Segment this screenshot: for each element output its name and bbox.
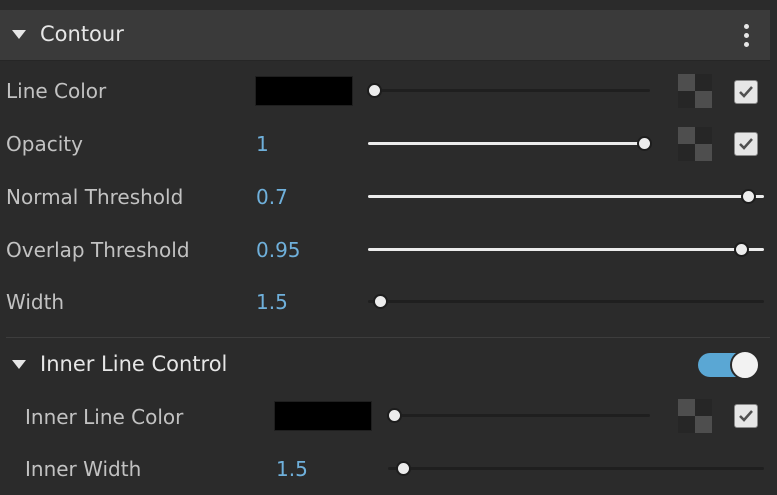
line-color-enable-checkbox[interactable]	[734, 80, 758, 104]
opacity-slider-thumb[interactable]	[637, 136, 652, 151]
overlap-threshold-value[interactable]: 0.95	[256, 238, 301, 262]
width-slider-thumb[interactable]	[372, 294, 388, 309]
opacity-value[interactable]: 1	[256, 132, 269, 156]
overlap-threshold-label: Overlap Threshold	[6, 238, 190, 262]
caret-down-icon[interactable]	[12, 360, 26, 369]
line-color-swatch[interactable]	[255, 76, 353, 106]
opacity-slider-track[interactable]	[368, 142, 640, 145]
inner-line-color-enable-checkbox[interactable]	[734, 404, 758, 428]
line-color-slider-track[interactable]	[370, 89, 650, 92]
opacity-checker-icon[interactable]	[678, 127, 712, 161]
inner-line-color-label: Inner Line Color	[25, 405, 184, 429]
checkmark-icon	[739, 410, 753, 422]
opacity-enable-checkbox[interactable]	[734, 132, 758, 156]
normal-threshold-label: Normal Threshold	[6, 185, 184, 209]
inner-line-color-checker-icon[interactable]	[678, 399, 712, 433]
inner-width-label: Inner Width	[25, 457, 142, 481]
inner-line-control-toggle-knob[interactable]	[730, 350, 760, 380]
section-title: Contour	[40, 22, 124, 46]
overlap-threshold-slider-track[interactable]	[368, 248, 764, 251]
line-color-label: Line Color	[6, 79, 107, 103]
opacity-label: Opacity	[6, 132, 83, 156]
inner-line-color-slider-thumb[interactable]	[387, 408, 402, 423]
inner-line-color-swatch[interactable]	[274, 401, 372, 431]
caret-down-icon[interactable]	[12, 30, 26, 39]
overlap-threshold-slider-thumb[interactable]	[733, 242, 749, 257]
inner-line-color-slider-track[interactable]	[390, 414, 650, 417]
line-color-slider-thumb[interactable]	[367, 83, 382, 98]
inner-width-value[interactable]: 1.5	[276, 457, 308, 481]
normal-threshold-slider-thumb[interactable]	[741, 189, 757, 204]
width-label: Width	[6, 290, 65, 314]
normal-threshold-value[interactable]: 0.7	[256, 185, 288, 209]
checkmark-icon	[739, 86, 753, 98]
kebab-menu-icon[interactable]	[740, 24, 752, 48]
checkmark-icon	[739, 138, 753, 150]
normal-threshold-slider-track[interactable]	[368, 195, 764, 198]
inner-line-control-title: Inner Line Control	[40, 352, 228, 376]
width-value[interactable]: 1.5	[256, 290, 288, 314]
inner-width-slider-thumb[interactable]	[395, 461, 411, 476]
contour-section-header[interactable]: Contour	[0, 10, 770, 61]
line-color-checker-icon[interactable]	[678, 74, 712, 108]
inner-width-slider-track[interactable]	[388, 467, 764, 470]
section-divider	[6, 337, 770, 338]
width-slider-track[interactable]	[368, 300, 764, 303]
